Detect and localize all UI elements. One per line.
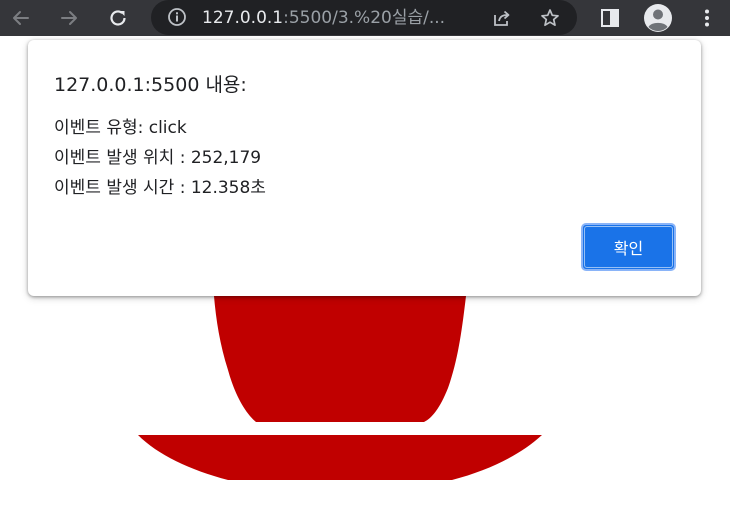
forward-icon [58,7,80,29]
url-host: 127.0.0.1 [202,8,284,28]
ok-button[interactable]: 확인 [581,223,676,271]
sidebar-icon [599,7,621,29]
alert-dialog: 127.0.0.1:5500 내용: 이벤트 유형: click 이벤트 발생 … [28,40,701,296]
forward-button[interactable] [55,4,83,32]
url-path: :5500/3.%20실습/... [283,8,446,28]
dialog-line-event-type: 이벤트 유형: click [54,118,187,138]
sidebar-button[interactable] [596,4,624,32]
menu-button[interactable] [693,4,721,32]
dialog-line-event-time: 이벤트 발생 시간 : 12.358초 [54,178,266,198]
profile-icon [643,3,673,33]
reload-icon [107,7,129,29]
back-icon [10,7,32,29]
browser-toolbar: 127.0.0.1:5500/3.%20실습/... [0,0,730,36]
cup-saucer [138,435,542,480]
profile-button[interactable] [643,3,673,33]
share-icon[interactable] [490,6,514,30]
star-icon[interactable] [538,6,562,30]
dialog-title: 127.0.0.1:5500 내용: [54,74,247,96]
url-text[interactable]: 127.0.0.1:5500/3.%20실습/... [202,8,445,28]
back-button[interactable] [7,4,35,32]
address-bar[interactable]: 127.0.0.1:5500/3.%20실습/... [151,0,577,35]
dialog-line-event-position: 이벤트 발생 위치 : 252,179 [54,148,262,168]
info-icon[interactable] [167,7,187,27]
reload-button[interactable] [104,4,132,32]
cup-body [214,296,466,422]
menu-icon [696,7,718,29]
